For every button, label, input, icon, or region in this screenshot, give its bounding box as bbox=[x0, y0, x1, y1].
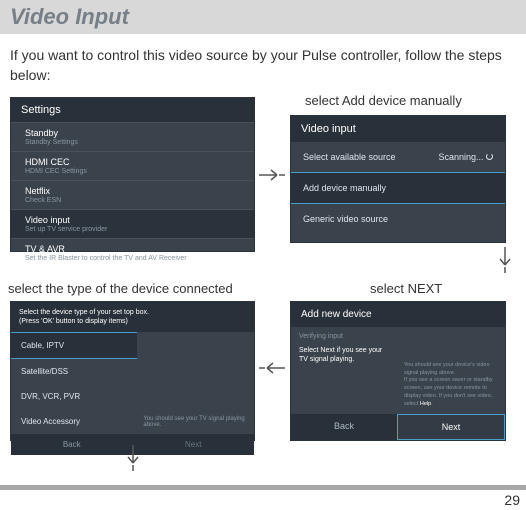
label-add-manually: select Add device manually bbox=[305, 93, 462, 108]
type-hint: You should see your TV signal playing ab… bbox=[143, 416, 248, 428]
page-title: Video Input bbox=[10, 4, 516, 30]
video-input-title: Video input bbox=[291, 116, 505, 142]
type-next-button[interactable]: Next bbox=[133, 434, 255, 455]
video-input-panel: Video input Select available source Scan… bbox=[290, 115, 506, 243]
add-device-title: Add new device bbox=[291, 302, 505, 327]
type-option-dvr[interactable]: DVR, VCR, PVR bbox=[11, 384, 137, 409]
video-row-scan[interactable]: Select available source Scanning... bbox=[291, 142, 505, 172]
add-verifying: Verifying input bbox=[299, 333, 390, 340]
spinner-icon bbox=[486, 153, 493, 160]
add-hint: You should see your device's video signa… bbox=[404, 362, 499, 408]
arrow-down-icon bbox=[126, 445, 140, 471]
page-header: Video Input bbox=[0, 0, 526, 34]
label-select-next: select NEXT bbox=[370, 281, 442, 296]
type-option-satellite[interactable]: Satellite/DSS bbox=[11, 359, 137, 384]
settings-item-tv-avr[interactable]: TV & AVR Set the IR Blaster to control t… bbox=[11, 238, 254, 267]
settings-panel: Settings Standby Standby Settings HDMI C… bbox=[10, 97, 255, 252]
type-option-cable[interactable]: Cable, IPTV bbox=[11, 332, 137, 359]
settings-item-standby[interactable]: Standby Standby Settings bbox=[11, 122, 254, 151]
settings-item-netflix[interactable]: Netflix Check ESN bbox=[11, 180, 254, 209]
arrow-right-icon bbox=[259, 168, 285, 182]
page-footer: 29 bbox=[0, 485, 526, 510]
add-next-button[interactable]: Next bbox=[397, 414, 505, 440]
type-back-button[interactable]: Back bbox=[11, 434, 133, 455]
video-row-generic[interactable]: Generic video source bbox=[291, 204, 505, 234]
settings-title: Settings bbox=[11, 98, 254, 122]
add-device-panel: Add new device Verifying input Select Ne… bbox=[290, 301, 506, 441]
panels-area: select Add device manually select the ty… bbox=[0, 93, 526, 463]
settings-item-hdmi[interactable]: HDMI CEC HDMI CEC Settings bbox=[11, 151, 254, 180]
arrow-down-icon bbox=[498, 247, 512, 273]
arrow-left-icon bbox=[259, 361, 285, 375]
device-type-panel: Select the device type of your set top b… bbox=[10, 301, 255, 441]
add-instruction: Select Next if you see your TV signal pl… bbox=[299, 346, 390, 364]
settings-item-video-input[interactable]: Video input Set up TV service provider bbox=[11, 209, 254, 238]
type-title: Select the device type of your set top b… bbox=[11, 302, 254, 332]
video-row-add-manually[interactable]: Add device manually bbox=[291, 172, 505, 204]
page-number: 29 bbox=[0, 490, 526, 510]
add-back-button[interactable]: Back bbox=[291, 414, 397, 440]
label-select-type: select the type of the device connected bbox=[8, 281, 233, 296]
intro-text: If you want to control this video source… bbox=[0, 34, 526, 93]
type-option-accessory[interactable]: Video Accessory bbox=[11, 409, 137, 434]
